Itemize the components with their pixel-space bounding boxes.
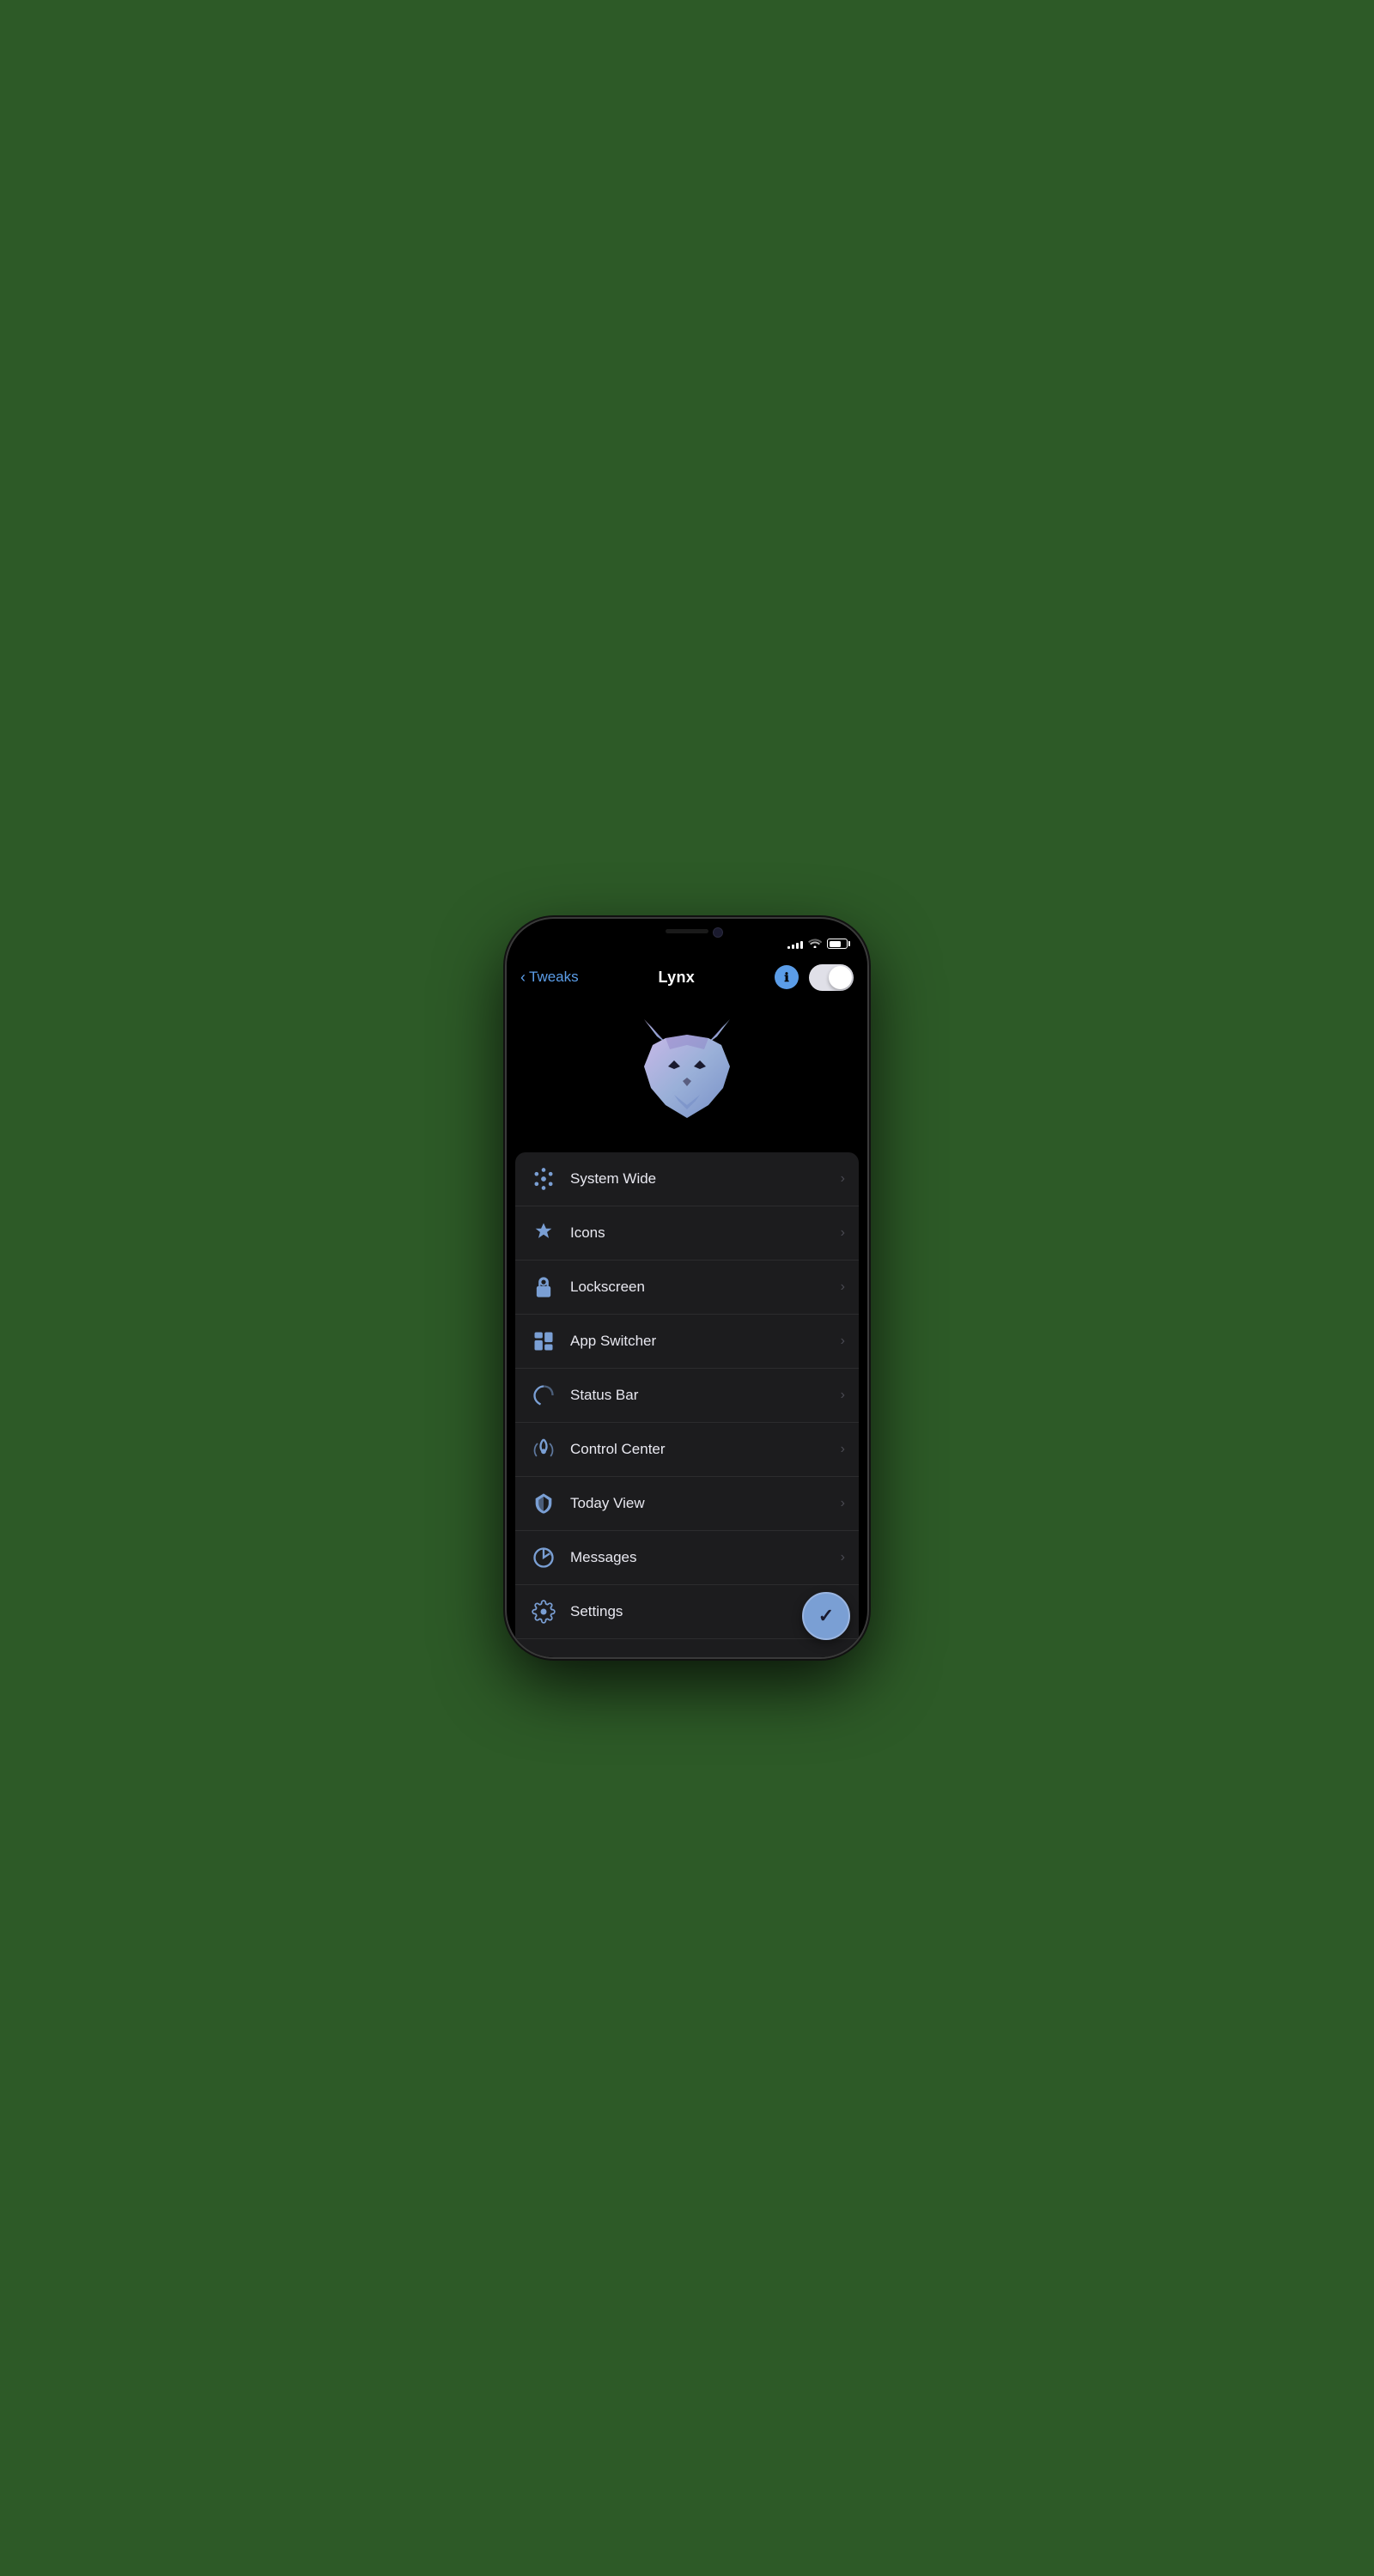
back-chevron-icon: ‹: [520, 969, 526, 987]
navigation-bar: ‹ Tweaks Lynx ℹ: [507, 957, 867, 998]
today-view-chevron: ›: [841, 1496, 845, 1511]
icons-icon: [532, 1221, 556, 1245]
nav-right-controls: ℹ: [775, 964, 854, 991]
settings-label: Settings: [570, 1603, 841, 1620]
toggle-knob: [829, 966, 852, 989]
control-center-label: Control Center: [570, 1441, 841, 1458]
confirm-fab-button[interactable]: ✓: [802, 1592, 850, 1640]
messages-chevron: ›: [841, 1550, 845, 1565]
settings-icon: [532, 1600, 556, 1624]
app-switcher-chevron: ›: [841, 1334, 845, 1349]
front-camera: [713, 927, 723, 938]
lynx-logo: [635, 1019, 739, 1131]
phone-screen: ‹ Tweaks Lynx ℹ: [507, 919, 867, 1657]
logo-section: [507, 998, 867, 1152]
signal-bar-1: [787, 946, 790, 949]
control-center-icon: [532, 1437, 556, 1461]
today-view-icon-wrap: [529, 1489, 558, 1518]
app-switcher-label: App Switcher: [570, 1333, 841, 1350]
status-bar-label: Status Bar: [570, 1387, 841, 1404]
signal-bar-3: [796, 943, 799, 949]
lockscreen-icon: [532, 1275, 556, 1299]
menu-item-system-wide[interactable]: System Wide ›: [515, 1152, 859, 1206]
signal-icon: [787, 939, 803, 949]
menu-item-messages[interactable]: Messages ›: [515, 1531, 859, 1585]
messages-label: Messages: [570, 1549, 841, 1566]
icons-chevron: ›: [841, 1225, 845, 1241]
speaker: [666, 929, 708, 933]
status-bar-icon: [532, 1383, 556, 1407]
screen-content: System Wide › Icons ›: [507, 998, 867, 1657]
signal-bar-2: [792, 945, 794, 949]
app-switcher-icon: [532, 1329, 556, 1353]
enable-toggle[interactable]: [809, 964, 854, 991]
phone-device: ‹ Tweaks Lynx ℹ: [507, 919, 867, 1657]
menu-item-photos[interactable]: Photos ›: [515, 1639, 859, 1657]
back-label: Tweaks: [529, 969, 579, 986]
back-button[interactable]: ‹ Tweaks: [520, 969, 579, 987]
photos-icon: [532, 1654, 556, 1657]
today-view-icon: [532, 1492, 556, 1516]
system-wide-icon: [532, 1167, 556, 1191]
messages-icon-wrap: [529, 1543, 558, 1572]
system-wide-icon-wrap: [529, 1164, 558, 1194]
settings-icon-wrap: [529, 1597, 558, 1626]
wifi-icon: [808, 937, 822, 951]
status-bar-icon-wrap: [529, 1381, 558, 1410]
checkmark-icon: ✓: [818, 1605, 834, 1627]
menu-item-status-bar[interactable]: Status Bar ›: [515, 1369, 859, 1423]
today-view-label: Today View: [570, 1495, 841, 1512]
info-button[interactable]: ℹ: [775, 965, 799, 989]
control-center-chevron: ›: [841, 1442, 845, 1457]
icons-icon-wrap: [529, 1218, 558, 1248]
menu-item-control-center[interactable]: Control Center ›: [515, 1423, 859, 1477]
menu-item-lockscreen[interactable]: Lockscreen ›: [515, 1261, 859, 1315]
icons-label: Icons: [570, 1224, 841, 1242]
page-title: Lynx: [659, 969, 696, 987]
menu-list: System Wide › Icons ›: [515, 1152, 859, 1657]
battery-icon: [827, 939, 850, 949]
control-center-icon-wrap: [529, 1435, 558, 1464]
lockscreen-icon-wrap: [529, 1273, 558, 1302]
system-wide-label: System Wide: [570, 1170, 841, 1188]
messages-icon: [532, 1546, 556, 1570]
system-wide-chevron: ›: [841, 1171, 845, 1187]
menu-item-today-view[interactable]: Today View ›: [515, 1477, 859, 1531]
menu-item-icons[interactable]: Icons ›: [515, 1206, 859, 1261]
app-switcher-icon-wrap: [529, 1327, 558, 1356]
notch: [627, 919, 747, 946]
photos-icon-wrap: [529, 1651, 558, 1657]
status-icons: [787, 937, 850, 951]
signal-bar-4: [800, 941, 803, 949]
info-icon: ℹ: [784, 970, 788, 985]
lockscreen-chevron: ›: [841, 1279, 845, 1295]
menu-item-app-switcher[interactable]: App Switcher ›: [515, 1315, 859, 1369]
status-bar-chevron: ›: [841, 1388, 845, 1403]
lockscreen-label: Lockscreen: [570, 1279, 841, 1296]
